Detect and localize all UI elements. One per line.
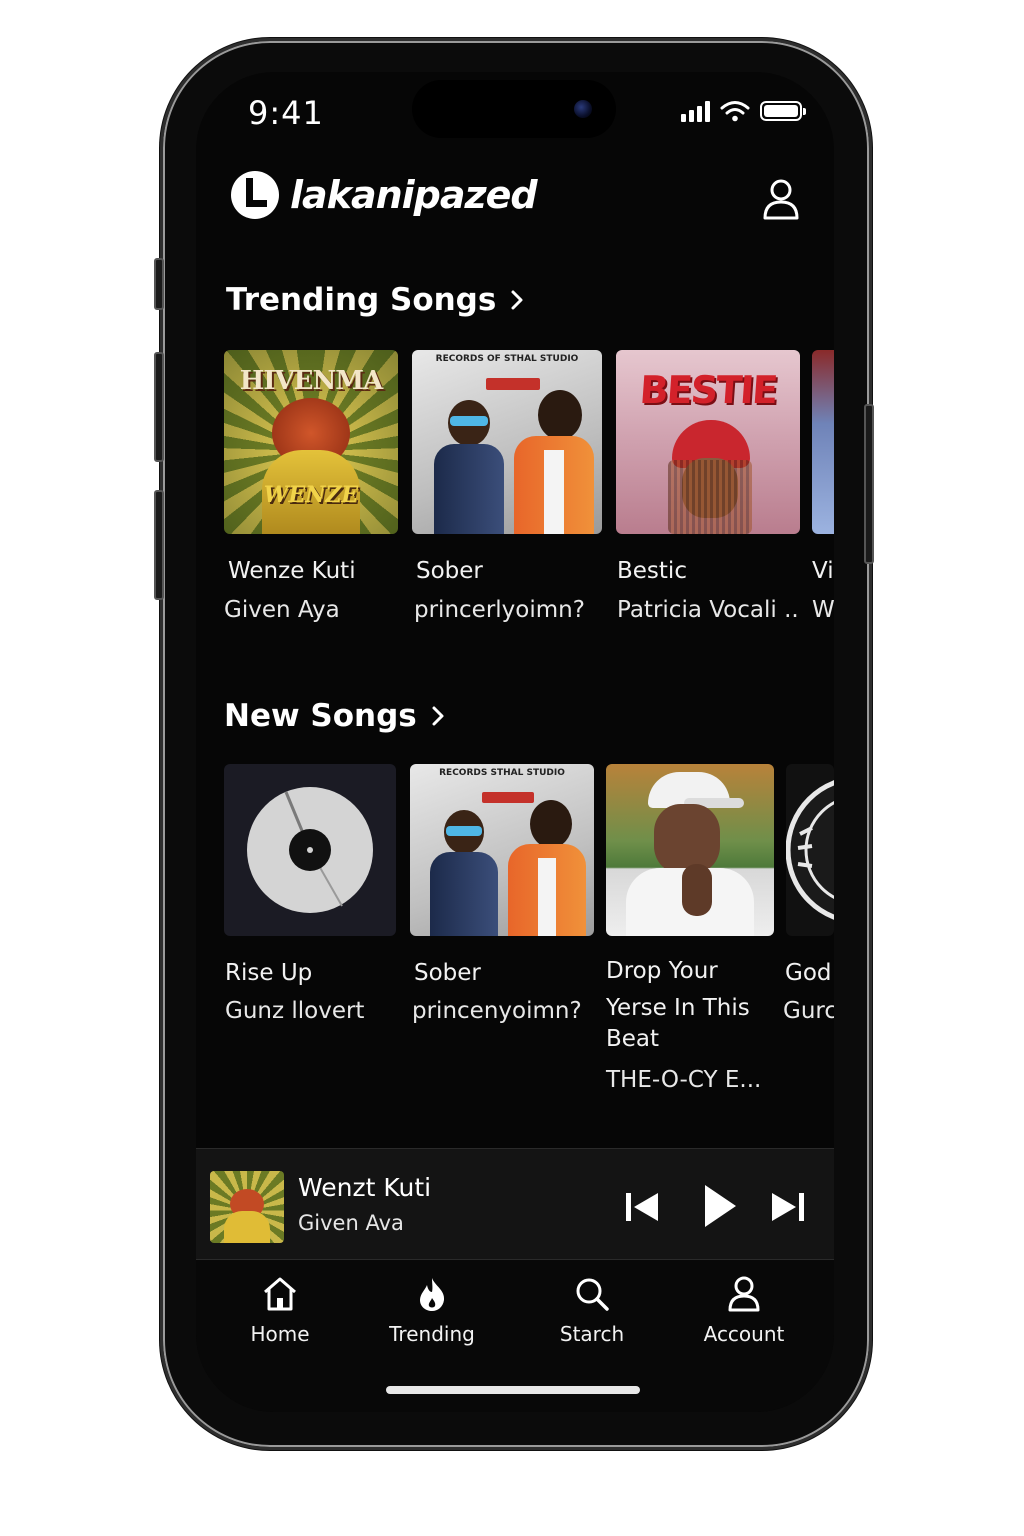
tab-label: Account <box>703 1322 785 1346</box>
tab-home[interactable]: Home <box>220 1276 340 1346</box>
song-artist[interactable]: Gurc <box>783 998 834 1024</box>
art-title-text: HIVENMA <box>239 366 383 396</box>
art-figure-hair <box>668 460 752 534</box>
mini-player[interactable]: Wenzt Kuti Given Ava <box>196 1148 834 1260</box>
song-artist[interactable]: Patricia Vocali .. <box>617 597 799 623</box>
new-songs-title: New Songs <box>224 698 417 734</box>
silent-switch <box>154 258 164 310</box>
app-screen: 9:41 lakanipazed Trending Songs HIVENMA … <box>196 72 834 1412</box>
camera-icon <box>574 100 592 118</box>
now-playing-art[interactable] <box>210 1171 284 1243</box>
art-figure-left <box>430 810 498 936</box>
art-title-text: RECORDS STHAL STUDIO <box>439 768 565 778</box>
play-icon[interactable] <box>702 1183 738 1229</box>
previous-icon[interactable] <box>624 1191 660 1223</box>
trending-title: Trending Songs <box>226 282 497 318</box>
art-title-text: RECORDS OF STHAL STUDIO <box>435 354 579 364</box>
volume-down-button <box>154 490 164 600</box>
album-art-wenze-kuti[interactable]: HIVENMA WENZE <box>224 350 398 534</box>
art-figure-left <box>434 400 504 534</box>
power-button <box>864 404 874 564</box>
song-title-line-1[interactable]: Drop Your <box>606 958 718 984</box>
chevron-right-icon <box>432 706 444 726</box>
album-art-drop-your-verse[interactable] <box>606 764 774 936</box>
song-artist[interactable]: THE-O-CY E... <box>606 1067 761 1093</box>
logo-icon <box>231 171 279 219</box>
tab-search[interactable]: Starch <box>532 1276 652 1346</box>
song-artist[interactable]: W <box>812 597 834 623</box>
volume-up-button <box>154 352 164 462</box>
art-hand <box>682 864 712 916</box>
art-label-badge <box>486 378 540 390</box>
vinyl-record-icon <box>247 787 373 913</box>
song-title[interactable]: Rise Up <box>225 960 312 986</box>
tab-label: Starch <box>559 1322 625 1346</box>
tab-label: Home <box>250 1322 310 1346</box>
song-title[interactable]: God <box>785 960 832 986</box>
account-icon <box>728 1276 760 1312</box>
art-figure-right <box>514 390 594 534</box>
song-title[interactable]: Sober <box>414 960 481 986</box>
now-playing-title[interactable]: Wenzt Kuti <box>298 1173 431 1202</box>
tab-trending[interactable]: Trending <box>372 1276 492 1346</box>
chevron-right-icon <box>511 290 523 310</box>
battery-icon <box>760 101 806 121</box>
home-indicator[interactable] <box>386 1386 640 1394</box>
art-title-text: BESTIE <box>638 368 778 412</box>
album-art-rise-up[interactable] <box>224 764 396 936</box>
song-artist[interactable]: princenyoimn? <box>412 998 582 1024</box>
art-subtitle-text: WENZE <box>263 482 359 508</box>
brand-name: lakanipazed <box>290 173 538 217</box>
home-icon <box>264 1277 296 1311</box>
wifi-icon <box>720 101 750 122</box>
trending-songs-heading[interactable]: Trending Songs <box>226 282 524 318</box>
next-icon[interactable] <box>770 1191 806 1223</box>
song-title[interactable]: Vi <box>812 558 834 584</box>
signal-icon <box>681 100 710 122</box>
song-title-line-2[interactable]: Yerse In This <box>606 995 750 1021</box>
tab-label: Trending <box>389 1322 475 1346</box>
song-artist[interactable]: Gunz llovert <box>225 998 364 1024</box>
album-art-sober[interactable]: RECORDS STHAL STUDIO <box>410 764 594 936</box>
song-title[interactable]: Wenze Kuti <box>228 558 356 584</box>
art-face <box>654 804 720 874</box>
album-art-sober[interactable]: RECORDS OF STHAL STUDIO <box>412 350 602 534</box>
flame-icon <box>420 1278 445 1311</box>
song-title-line-3[interactable]: Beat <box>606 1026 659 1052</box>
song-title[interactable]: Sober <box>416 558 483 584</box>
status-icons <box>681 98 806 124</box>
song-artist[interactable]: princerlyoimn? <box>414 597 585 623</box>
now-playing-artist[interactable]: Given Ava <box>298 1211 404 1235</box>
app-logo[interactable]: lakanipazed <box>230 170 538 220</box>
search-icon <box>576 1278 609 1311</box>
new-songs-heading[interactable]: New Songs <box>224 698 445 734</box>
profile-icon[interactable] <box>762 178 800 220</box>
album-art-partial[interactable] <box>786 764 834 936</box>
song-artist[interactable]: Given Aya <box>224 597 340 623</box>
album-art-partial[interactable] <box>812 350 834 534</box>
dynamic-island <box>412 80 616 138</box>
song-title[interactable]: Bestic <box>617 558 687 584</box>
status-time: 9:41 <box>248 94 324 132</box>
album-art-bestie[interactable]: BESTIE <box>616 350 800 534</box>
art-figure-right <box>508 800 586 936</box>
tab-account[interactable]: Account <box>684 1276 804 1346</box>
disc-icon <box>786 780 834 920</box>
